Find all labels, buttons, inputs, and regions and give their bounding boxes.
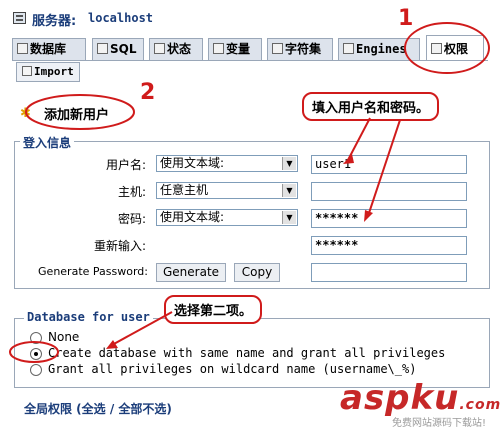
server-header: 服务器: localhost — [0, 0, 500, 36]
radio-create-database[interactable] — [30, 348, 42, 360]
server-label: 服务器: — [32, 14, 77, 29]
watermark-logo: aspku.com — [340, 378, 500, 418]
engines-icon — [343, 43, 354, 54]
variables-icon — [213, 43, 224, 54]
tab-divider — [12, 60, 488, 61]
database-icon — [17, 43, 28, 54]
tab-sql[interactable]: SQL — [92, 38, 144, 60]
radio-grant-wildcard-label: Grant all privileges on wildcard name (u… — [48, 362, 417, 376]
server-icon — [13, 12, 26, 24]
tab-engines[interactable]: Engines — [338, 38, 420, 60]
annotation-choose-hint: 选择第二项。 — [164, 295, 263, 324]
chevron-down-icon: ▼ — [282, 157, 296, 170]
generate-password-label: Generate Password: — [38, 265, 148, 278]
host-select[interactable]: 任意主机 ▼ — [156, 182, 298, 199]
import-icon — [22, 66, 32, 76]
host-label: 主机: — [117, 185, 146, 199]
star-icon: ✱ — [20, 106, 31, 121]
watermark-subtitle: 免费网站源码下载站! — [392, 418, 487, 429]
tab-databases[interactable]: 数据库 — [12, 38, 86, 60]
retype-input[interactable]: ****** — [311, 236, 467, 255]
chevron-down-icon: ▼ — [282, 211, 296, 224]
password-label: 密码: — [117, 212, 146, 226]
annotation-fill-hint: 填入用户名和密码。 — [302, 92, 440, 121]
password-input[interactable]: ****** — [311, 209, 467, 228]
database-legend: Database for user — [24, 310, 153, 324]
status-icon — [154, 43, 165, 54]
radio-none-label: None — [48, 330, 80, 344]
tab-import[interactable]: Import — [16, 62, 80, 82]
username-label: 用户名: — [105, 158, 146, 172]
charset-icon — [272, 43, 283, 54]
privileges-icon — [431, 43, 442, 54]
add-user-link[interactable]: 添加新用户 — [44, 104, 109, 123]
login-legend: 登入信息 — [20, 134, 75, 151]
radio-grant-wildcard[interactable] — [30, 364, 42, 376]
generated-password-input[interactable] — [311, 263, 467, 282]
radio-create-database-label: Create database with same name and grant… — [48, 346, 446, 360]
retype-label: 重新输入: — [93, 239, 146, 253]
generate-button[interactable]: Generate — [156, 263, 226, 282]
username-mode-select[interactable]: 使用文本域: ▼ — [156, 155, 298, 172]
global-privileges-heading[interactable]: 全局权限 (全选 / 全部不选) — [24, 400, 172, 417]
tab-charsets[interactable]: 字符集 — [267, 38, 333, 60]
server-host[interactable]: localhost — [88, 11, 153, 25]
username-input[interactable]: user1 — [311, 155, 467, 174]
host-input[interactable] — [311, 182, 467, 201]
tab-status[interactable]: 状态 — [149, 38, 203, 60]
radio-none[interactable] — [30, 332, 42, 344]
annotation-number-1: 1 — [398, 6, 414, 31]
tab-privileges[interactable]: 权限 — [426, 35, 484, 60]
sql-icon — [97, 43, 108, 54]
annotation-number-2: 2 — [140, 80, 156, 105]
password-mode-select[interactable]: 使用文本域: ▼ — [156, 209, 298, 226]
tab-variables[interactable]: 变量 — [208, 38, 262, 60]
copy-button[interactable]: Copy — [234, 263, 280, 282]
chevron-down-icon: ▼ — [282, 184, 296, 197]
